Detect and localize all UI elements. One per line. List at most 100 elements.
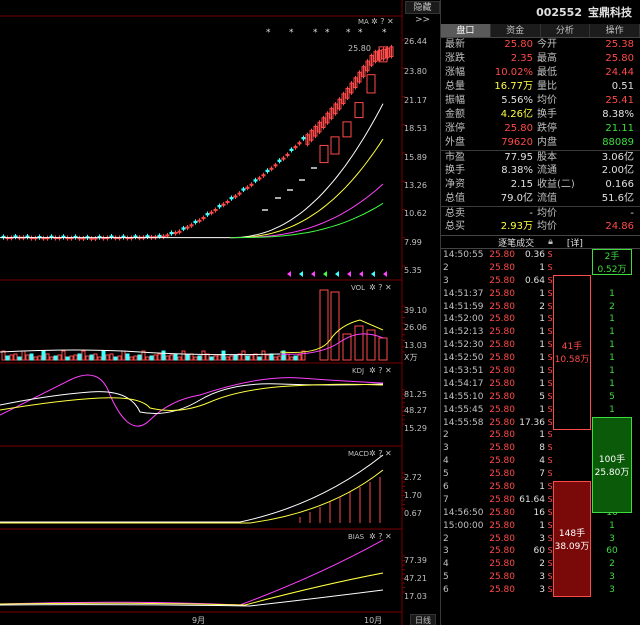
signal-arrow-icon (287, 271, 291, 277)
candle-body (229, 197, 234, 200)
tick-time: 15:00:00 (443, 520, 484, 531)
block-lots: 100手 (598, 455, 626, 466)
quote-row: 总买 2.93万 均价 24.86 (441, 220, 640, 234)
volume-bar (81, 350, 86, 361)
quote-value: 10.02% (494, 67, 533, 78)
quote-label: 流值 (537, 193, 557, 204)
tick-time: 3 (443, 443, 449, 454)
volume-bar (57, 354, 62, 361)
volume-bar (197, 355, 202, 361)
day-period-button[interactable]: 日线 (410, 614, 436, 625)
tick-count: 1 (609, 366, 615, 377)
volume-bar (77, 353, 82, 361)
close-icon[interactable]: ✕ (385, 366, 392, 375)
tick-volume: 17.36 (519, 417, 545, 428)
tick-volume: 1 (539, 482, 545, 493)
candle-body (169, 231, 174, 235)
tick-price: 25.80 (489, 443, 515, 454)
volume-bar (137, 354, 142, 361)
tick-volume: 1 (539, 404, 545, 415)
volume-bar (261, 350, 266, 361)
volume-bar (273, 356, 278, 361)
kdj-panel-icons[interactable]: ✲ ? ✕ (369, 366, 392, 375)
quote-value: 2.93万 (500, 221, 533, 232)
tick-price: 25.80 (489, 378, 515, 389)
event-star-icon: * (382, 28, 387, 38)
quote-label: 涨跌 (445, 53, 465, 64)
gear-icon[interactable]: ✲ (369, 283, 376, 292)
volume-bar (269, 353, 274, 361)
quote-value: 88089 (602, 137, 634, 148)
volume-bar (89, 354, 94, 361)
hide-button[interactable]: 隐藏>> (405, 1, 440, 25)
y-label: 17.03 (404, 592, 427, 601)
gear-icon[interactable]: ✲ (371, 17, 378, 26)
help-icon[interactable]: ? (380, 17, 384, 26)
ma10-line (230, 138, 384, 239)
lock-icon[interactable]: 🔒︎ (548, 237, 553, 247)
tick-volume: 16 (533, 507, 545, 518)
quote-row: 涨跌 2.35 最高 25.80 (441, 52, 640, 66)
y-label: 13.03 (404, 341, 427, 350)
volume-bar (53, 355, 58, 361)
tab-caozuo[interactable]: 操作 (590, 24, 640, 37)
tab-zijin[interactable]: 资金 (490, 24, 541, 37)
close-icon[interactable]: ✕ (385, 449, 392, 458)
block-lots: 41手 (561, 342, 583, 353)
quote-value: 25.41 (605, 95, 634, 106)
signal-arrow-icon (335, 271, 339, 277)
tick-price: 25.80 (489, 559, 515, 570)
volume-bar (173, 353, 178, 361)
ma-panel-icons[interactable]: ✲ ? ✕ (371, 17, 394, 26)
tick-time: 7 (443, 494, 449, 505)
volume-bar (293, 355, 298, 361)
tab-fenxi[interactable]: 分析 (540, 24, 591, 37)
volume-bar (61, 350, 66, 361)
close-icon[interactable]: ✕ (385, 532, 392, 541)
volume-bar (378, 337, 388, 361)
tick-list[interactable]: 14:50:55 25.80 0.36 S 2 25.80 1 S 3 25.80 0.64 S 14:… (441, 249, 640, 598)
quote-label: 跌停 (537, 123, 557, 134)
volume-bar (129, 356, 134, 361)
volume-bar (165, 355, 170, 361)
vol-panel-icons[interactable]: ✲ ? ✕ (369, 283, 392, 292)
tick-volume: 60 (533, 546, 545, 557)
quote-row: 涨幅 10.02% 最低 24.44 (441, 66, 640, 80)
tick-count: 1 (609, 314, 615, 325)
candle-body (241, 188, 246, 191)
tick-price: 25.80 (489, 391, 515, 402)
quote-value: 8.38% (602, 109, 634, 120)
close-icon[interactable]: ✕ (387, 17, 394, 26)
kline-chart-area[interactable]: * * * * * * * 隐藏>> MA ✲ ? ✕ VOL ✲ ? ✕ KDJ ✲ ? … (0, 0, 440, 625)
gear-icon[interactable]: ✲ (369, 532, 376, 541)
block-amount: 10.58万 (554, 355, 590, 366)
event-star-icon: * (358, 28, 363, 38)
help-icon[interactable]: ? (378, 283, 382, 292)
tick-detail-link[interactable]: [详] (567, 236, 583, 249)
gear-icon[interactable]: ✲ (369, 366, 376, 375)
tick-volume: 2 (539, 559, 545, 570)
tick-time: 3 (443, 546, 449, 557)
candle-body (366, 74, 376, 94)
quote-label: 今开 (537, 39, 557, 50)
help-icon[interactable]: ? (378, 532, 382, 541)
quote-label: 总量 (445, 81, 465, 92)
y-label: 7.99 (404, 238, 422, 247)
help-icon[interactable]: ? (378, 449, 382, 458)
quote-row: 总量 16.77万 量比 0.51 (441, 80, 640, 94)
volume-bar (17, 356, 22, 361)
volume-bar (113, 356, 118, 361)
candle-body (289, 148, 294, 152)
tick-price: 25.80 (489, 340, 515, 351)
close-icon[interactable]: ✕ (385, 283, 392, 292)
bias-panel-icons[interactable]: ✲ ? ✕ (369, 532, 392, 541)
gear-icon[interactable]: ✲ (369, 449, 376, 458)
y-label: 23.80 (404, 67, 427, 76)
help-icon[interactable]: ? (378, 366, 382, 375)
quote-label: 外盘 (445, 137, 465, 148)
tick-count: 3 (609, 533, 615, 544)
quote-label: 市盈 (445, 152, 465, 163)
tab-pankou[interactable]: 盘口 (441, 24, 491, 37)
macd-panel-icons[interactable]: ✲ ? ✕ (369, 449, 392, 458)
tick-price: 25.80 (489, 288, 515, 299)
